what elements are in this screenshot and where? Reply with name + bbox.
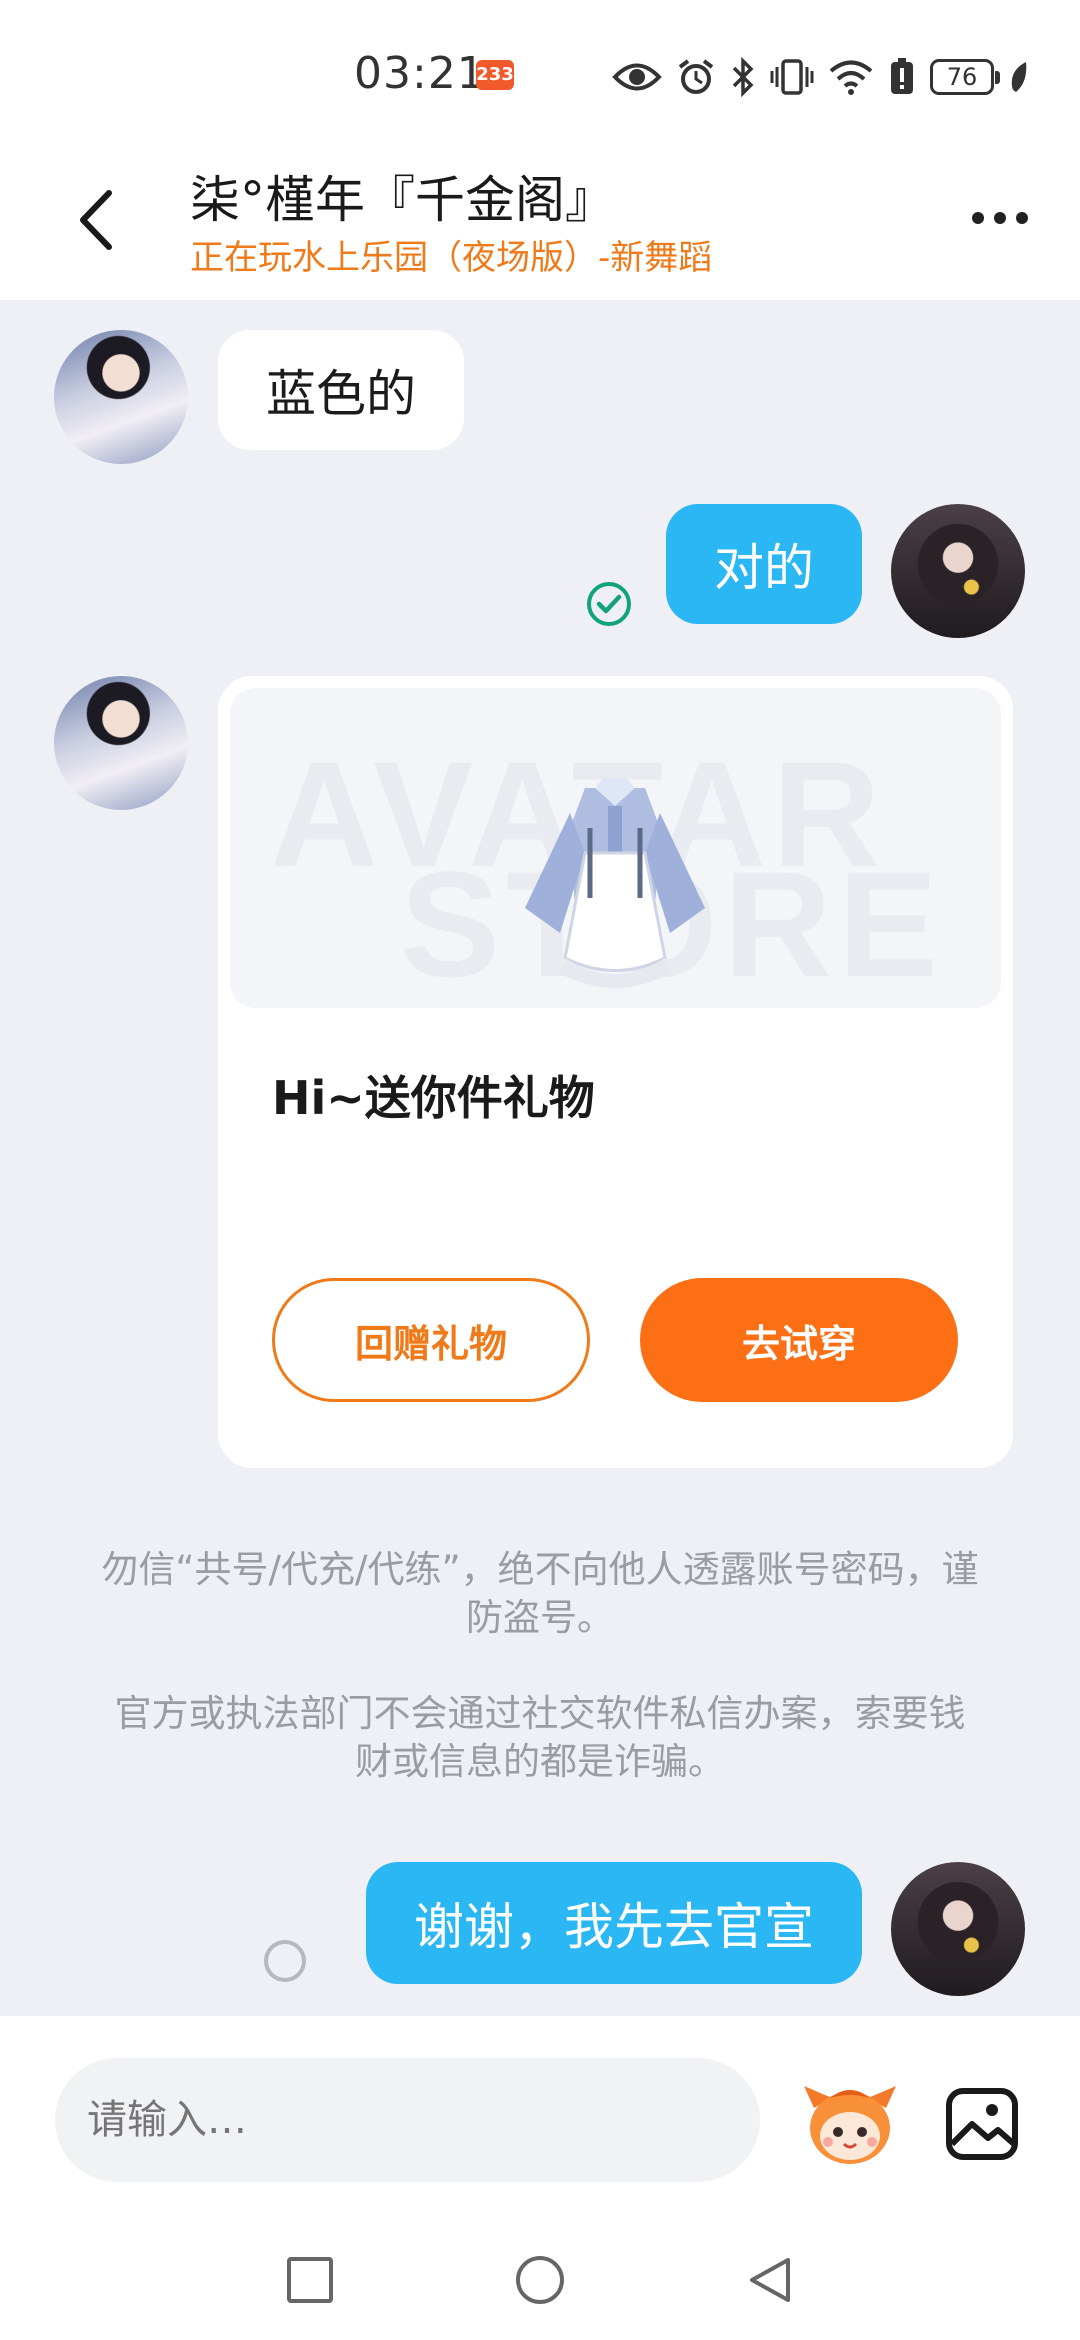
gift-message: Hi~送你件礼物 bbox=[272, 1071, 595, 1125]
vibrate-icon bbox=[770, 57, 814, 97]
outgoing-message-bubble: 对的 bbox=[666, 504, 862, 624]
gift-preview-image[interactable]: AVATAR STORE bbox=[230, 688, 1001, 1008]
chat-header: 柒°槿年『千金阁』 正在玩水上乐园（夜场版）-新舞蹈 bbox=[0, 150, 1080, 300]
safety-notice: 勿信“共号/代充/代练”，绝不向他人透露账号密码，谨防盗号。 bbox=[101, 1548, 979, 1639]
mascot-emoji-icon bbox=[804, 2086, 896, 2164]
back-button[interactable] bbox=[60, 180, 130, 260]
friend-avatar[interactable] bbox=[54, 676, 188, 810]
friend-status[interactable]: 正在玩水上乐园（夜场版）-新舞蹈 bbox=[190, 230, 712, 279]
eye-icon bbox=[612, 60, 662, 94]
sending-status-icon bbox=[264, 1940, 306, 1982]
wifi-icon bbox=[828, 58, 874, 96]
outgoing-message-bubble: 谢谢，我先去官宣 bbox=[366, 1862, 862, 1984]
try-on-button[interactable]: 去试穿 bbox=[640, 1278, 958, 1402]
status-icons: 76 bbox=[612, 52, 1030, 102]
status-bar: 03:21 233 76 bbox=[0, 0, 1080, 150]
alarm-icon bbox=[676, 57, 716, 97]
notification-badge: 233 bbox=[476, 60, 514, 90]
recent-apps-icon[interactable] bbox=[284, 2254, 336, 2306]
return-gift-button[interactable]: 回赠礼物 bbox=[272, 1278, 590, 1402]
back-nav-icon[interactable] bbox=[744, 2254, 796, 2306]
more-options-button[interactable] bbox=[960, 198, 1040, 238]
more-dot-icon bbox=[994, 212, 1006, 224]
system-nav-bar bbox=[0, 2216, 1080, 2340]
message-input[interactable] bbox=[55, 2058, 760, 2182]
my-avatar[interactable] bbox=[891, 1862, 1025, 1996]
back-arrow-icon bbox=[80, 190, 112, 250]
friend-avatar[interactable] bbox=[54, 330, 188, 464]
input-bar bbox=[0, 2016, 1080, 2216]
read-check-icon bbox=[587, 582, 631, 626]
battery-alert-icon bbox=[888, 57, 916, 97]
incoming-message-bubble: 蓝色的 bbox=[218, 330, 464, 450]
my-avatar[interactable] bbox=[891, 504, 1025, 638]
fraud-warning: 官方或执法部门不会通过社交软件私信办案，索要钱财或信息的都是诈骗。 bbox=[114, 1692, 966, 1783]
leaf-icon bbox=[1008, 60, 1030, 94]
gift-card[interactable]: AVATAR STORE Hi~送你件礼物 回赠礼物 去试穿 bbox=[218, 676, 1013, 1468]
bluetooth-icon bbox=[730, 57, 756, 97]
more-dot-icon bbox=[972, 212, 984, 224]
emoji-button[interactable] bbox=[800, 2078, 900, 2168]
home-icon[interactable] bbox=[514, 2254, 566, 2306]
more-dot-icon bbox=[1016, 212, 1028, 224]
status-time: 03:21 bbox=[354, 48, 486, 99]
image-button[interactable] bbox=[944, 2086, 1020, 2162]
maid-dress-icon bbox=[525, 778, 705, 988]
chat-title[interactable]: 柒°槿年『千金阁』 bbox=[190, 160, 615, 232]
gallery-icon bbox=[946, 2088, 1018, 2160]
battery-icon: 76 bbox=[930, 59, 1000, 95]
